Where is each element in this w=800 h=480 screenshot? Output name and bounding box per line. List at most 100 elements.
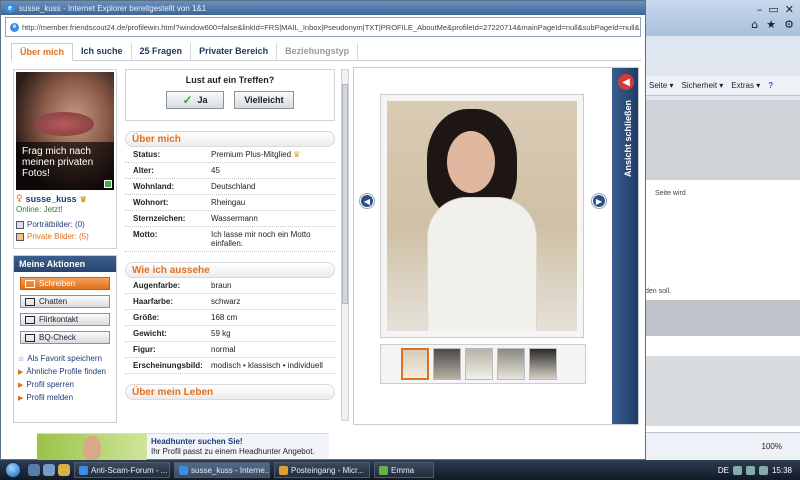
- block-link[interactable]: Profil sperren: [26, 380, 74, 389]
- tab-ueber-mich[interactable]: Über mich: [11, 43, 74, 61]
- write-button-label: Schreiben: [39, 279, 76, 288]
- bq-check-button[interactable]: BQ-Check: [20, 331, 110, 344]
- start-button[interactable]: [0, 460, 26, 480]
- ie-quicklaunch-icon[interactable]: [28, 464, 40, 476]
- help-icon[interactable]: ?: [768, 81, 773, 90]
- thumbnail[interactable]: [433, 348, 461, 380]
- online-badge-icon: [104, 180, 112, 188]
- thumbnail-strip: [380, 344, 586, 384]
- picture-links: Porträtbilder: (0) Private Bilder: (5): [16, 220, 114, 241]
- row-value: braun: [211, 281, 232, 290]
- security-icon[interactable]: [758, 465, 768, 475]
- address-url[interactable]: http://member.friendscout24.de/profilewi…: [22, 23, 640, 32]
- volume-icon[interactable]: [745, 465, 755, 475]
- taskbar-item-emma[interactable]: Emma: [374, 462, 434, 478]
- next-arrow-icon[interactable]: ▶: [592, 194, 606, 208]
- address-bar[interactable]: e http://member.friendscout24.de/profile…: [5, 17, 641, 37]
- thumbnail[interactable]: [497, 348, 525, 380]
- similar-link-row[interactable]: ▶ Ähnliche Profile finden: [18, 367, 116, 376]
- folder-quicklaunch-icon[interactable]: [58, 464, 70, 476]
- yes-button[interactable]: ✓ Ja: [166, 91, 224, 109]
- maximize-icon[interactable]: ▭: [768, 3, 778, 16]
- scrollbar-thumb[interactable]: [342, 84, 348, 304]
- network-icon[interactable]: [732, 465, 742, 475]
- taskbar-item-profile[interactable]: susse_kuss - Interne...: [174, 462, 270, 478]
- private-link[interactable]: Private Bilder: (5): [27, 232, 89, 241]
- row-key: Figur:: [133, 345, 156, 354]
- close-icon[interactable]: ✕: [785, 3, 794, 16]
- report-link-row[interactable]: ▶ Profil melden: [18, 393, 116, 402]
- tab-ich-suche[interactable]: Ich suche: [73, 43, 132, 61]
- bg-grey-area: [641, 100, 800, 180]
- clock[interactable]: 15:38: [772, 466, 792, 475]
- favorite-link[interactable]: Als Favorit speichern: [27, 354, 102, 363]
- favorite-link-row[interactable]: ☆ Als Favorit speichern: [18, 354, 116, 363]
- thumbnail[interactable]: [465, 348, 493, 380]
- bg-text-2: den soll.: [645, 288, 672, 295]
- favorites-star-icon[interactable]: ★: [766, 18, 776, 31]
- row-key: Größe:: [133, 313, 160, 322]
- looks-row: Haarfarbe: schwarz: [125, 294, 335, 310]
- main-photo[interactable]: [387, 101, 577, 331]
- about-row: Sternzeichen: Wassermann: [125, 211, 335, 227]
- row-value: schwarz: [211, 297, 241, 306]
- arrow-right-icon: ▶: [18, 394, 24, 402]
- bq-check-button-label: BQ-Check: [39, 333, 76, 342]
- language-indicator[interactable]: DE: [718, 466, 729, 475]
- report-link[interactable]: Profil melden: [26, 393, 73, 402]
- row-key: Erscheinungsbild:: [133, 361, 203, 370]
- looks-row: Figur: normal: [125, 342, 335, 358]
- row-value: 45: [211, 166, 220, 175]
- content-scrollbar[interactable]: [341, 69, 349, 421]
- star-icon: ☆: [18, 355, 25, 363]
- taskbar-label: Anti-Scam-Forum - ...: [91, 465, 168, 475]
- photo-face: [447, 131, 495, 193]
- menu-extras[interactable]: Extras ▾: [731, 81, 760, 90]
- bq-icon: [25, 333, 35, 342]
- tab-beziehungstyp[interactable]: Beziehungstyp: [277, 43, 359, 61]
- taskbar-item-forum[interactable]: Anti-Scam-Forum - ...: [74, 462, 170, 478]
- menu-sicherheit[interactable]: Sicherheit ▾: [681, 81, 723, 90]
- looks-row: Gewicht: 59 kg: [125, 326, 335, 342]
- thumbnail[interactable]: [401, 348, 429, 380]
- flirt-button[interactable]: Flirtkontakt: [20, 313, 110, 326]
- menu-seite[interactable]: Seite ▾: [649, 81, 673, 90]
- private-link-row[interactable]: Private Bilder: (5): [16, 232, 114, 241]
- close-view-strip[interactable]: ◀ Ansicht schließen: [612, 68, 638, 424]
- meet-box: Lust auf ein Treffen? ✓ Ja Vielleicht: [125, 69, 335, 121]
- row-value: Wassermann: [211, 214, 258, 223]
- online-status: Online: Jetzt!: [16, 205, 63, 214]
- ad-image: [37, 433, 147, 460]
- about-row: Status: Premium Plus-Mitglied ♛: [125, 147, 335, 163]
- profile-photo[interactable]: Frag mich nach meinen privaten Fotos!: [16, 72, 114, 190]
- bg-menubar: Seite ▾ Sicherheit ▾ Extras ▾ ?: [641, 76, 800, 96]
- write-button[interactable]: Schreiben: [20, 277, 110, 290]
- block-link-row[interactable]: ▶ Profil sperren: [18, 380, 116, 389]
- section-looks-heading: Wie ich aussehe: [125, 262, 335, 278]
- chat-icon: [25, 297, 35, 306]
- photo-gallery: ◀ ▶ ◀ Ansicht schließen: [353, 67, 639, 425]
- thumbnail[interactable]: [529, 348, 557, 380]
- similar-link[interactable]: Ähnliche Profile finden: [26, 367, 106, 376]
- maybe-button[interactable]: Vielleicht: [234, 91, 294, 109]
- username-row: ♀ susse_kuss ♛: [16, 194, 114, 204]
- close-view-icon[interactable]: ◀: [618, 74, 634, 90]
- portrait-link[interactable]: Porträtbilder: (0): [27, 220, 85, 229]
- about-list: Status: Premium Plus-Mitglied ♛ Alter: 45 …: [125, 147, 335, 252]
- desktop-quicklaunch-icon[interactable]: [43, 464, 55, 476]
- tools-gear-icon[interactable]: ⚙: [784, 18, 794, 31]
- headhunter-ad[interactable]: Headhunter suchen Sie! Ihr Profil passt …: [37, 433, 329, 460]
- portrait-link-row[interactable]: Porträtbilder: (0): [16, 220, 114, 229]
- meet-buttons: ✓ Ja Vielleicht: [126, 91, 334, 109]
- tab-privater-bereich[interactable]: Privater Bereich: [191, 43, 278, 61]
- photo-caption: Frag mich nach meinen privaten Fotos!: [16, 142, 114, 190]
- close-view-label[interactable]: Ansicht schließen: [623, 100, 633, 177]
- zoom-level[interactable]: 100%: [762, 442, 782, 451]
- home-icon[interactable]: ⌂: [751, 18, 758, 31]
- tab-25-fragen[interactable]: 25 Fragen: [132, 43, 192, 61]
- prev-arrow-icon[interactable]: ◀: [360, 194, 374, 208]
- row-value: normal: [211, 345, 236, 354]
- taskbar-item-inbox[interactable]: Posteingang - Micr...: [274, 462, 370, 478]
- minimize-icon[interactable]: –: [757, 3, 763, 16]
- chat-button[interactable]: Chatten: [20, 295, 110, 308]
